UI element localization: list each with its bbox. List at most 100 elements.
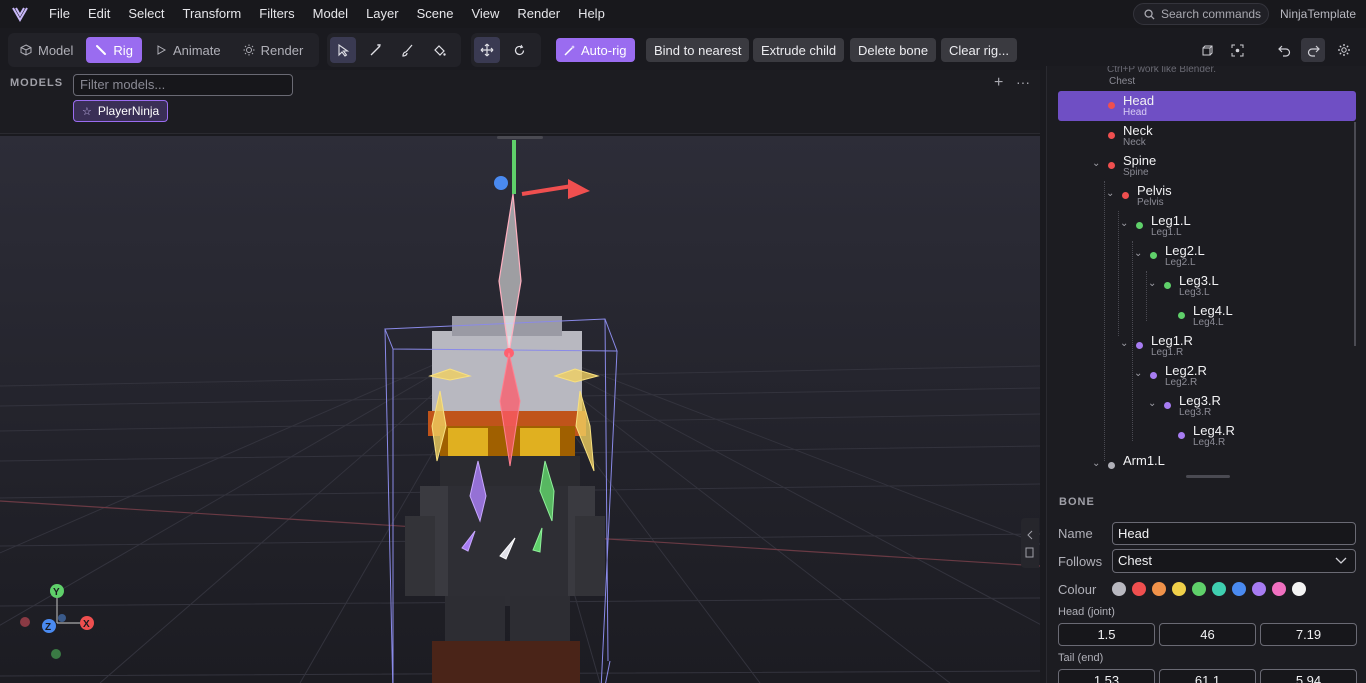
menu-file[interactable]: File bbox=[40, 0, 79, 28]
bone-tree-item[interactable]: ⌄ Leg3.R Leg3.R bbox=[1058, 391, 1356, 421]
colour-swatch-grey[interactable] bbox=[1112, 582, 1126, 596]
bone-color-dot bbox=[1136, 222, 1143, 229]
colour-swatch-pink[interactable] bbox=[1272, 582, 1286, 596]
viewport-scene[interactable]: Y X Z bbox=[0, 136, 1040, 683]
menu-help[interactable]: Help bbox=[569, 0, 614, 28]
app-logo-icon[interactable] bbox=[0, 0, 40, 28]
select-pointer-icon[interactable] bbox=[330, 37, 356, 63]
bone-name-label: Leg2.L bbox=[1165, 243, 1205, 258]
head-x-input[interactable]: 1.5 bbox=[1058, 623, 1155, 646]
paint-brush-icon[interactable] bbox=[394, 37, 420, 63]
bone-tree-item[interactable]: ⌄ Leg1.R Leg1.R bbox=[1058, 331, 1356, 361]
bone-tree-item[interactable]: ⌄ Leg2.R Leg2.R bbox=[1058, 361, 1356, 391]
rotate-icon[interactable] bbox=[506, 37, 532, 63]
head-y-input[interactable]: 46 bbox=[1159, 623, 1256, 646]
bone-tree-item[interactable]: ⌄ Arm1.L bbox=[1058, 451, 1356, 473]
chevron-down-icon[interactable]: ⌄ bbox=[1148, 398, 1156, 409]
frame-selection-icon[interactable] bbox=[1225, 38, 1249, 62]
tail-x-input[interactable]: 1.53 bbox=[1058, 669, 1155, 683]
colour-swatch-purple[interactable] bbox=[1252, 582, 1266, 596]
bone-tree-item[interactable]: Leg4.L Leg4.L bbox=[1058, 301, 1356, 331]
colour-swatch-teal[interactable] bbox=[1212, 582, 1226, 596]
follows-select[interactable]: Chest bbox=[1112, 549, 1356, 573]
3d-viewport[interactable]: Y X Z bbox=[0, 136, 1040, 683]
bone-tree-item[interactable]: ⌄ Spine Spine bbox=[1058, 151, 1356, 181]
bone-name-label: Leg3.L bbox=[1179, 273, 1219, 288]
bone-name-label: Head bbox=[1123, 93, 1155, 108]
bone-tree-item[interactable]: Leg4.R Leg4.R bbox=[1058, 421, 1356, 451]
menu-transform[interactable]: Transform bbox=[174, 0, 251, 28]
tail-y-input[interactable]: 61.1 bbox=[1159, 669, 1256, 683]
settings-icon[interactable] bbox=[1332, 38, 1356, 62]
bone-name-input[interactable]: Head bbox=[1112, 522, 1356, 545]
paint-bucket-icon[interactable] bbox=[426, 37, 452, 63]
mode-label: Model bbox=[38, 42, 74, 58]
bone-tree-item[interactable]: Head Head bbox=[1058, 91, 1356, 121]
delete-bone-button[interactable]: Delete bone bbox=[850, 38, 937, 62]
menu-filters[interactable]: Filters bbox=[250, 0, 303, 28]
bone-color-dot bbox=[1178, 312, 1185, 319]
mode-render-button[interactable]: Render bbox=[234, 37, 313, 63]
chevron-down-icon[interactable]: ⌄ bbox=[1120, 218, 1128, 229]
colour-swatch-white[interactable] bbox=[1292, 582, 1306, 596]
menu-edit[interactable]: Edit bbox=[79, 0, 119, 28]
bone-section-title: BONE bbox=[1059, 496, 1095, 508]
chevron-down-icon[interactable]: ⌄ bbox=[1148, 278, 1156, 289]
mode-model-button[interactable]: Model bbox=[11, 37, 82, 63]
move-gizmo-icon[interactable] bbox=[474, 37, 500, 63]
mode-animate-button[interactable]: Animate bbox=[146, 37, 230, 63]
model-chip-playerninja[interactable]: ☆ PlayerNinja bbox=[73, 100, 169, 122]
chevron-down-icon[interactable]: ⌄ bbox=[1092, 158, 1100, 169]
bone-tree-item[interactable]: Chest bbox=[1058, 76, 1356, 90]
colour-swatch-orange[interactable] bbox=[1152, 582, 1166, 596]
chevron-down-icon[interactable]: ⌄ bbox=[1134, 248, 1142, 259]
menu-model[interactable]: Model bbox=[304, 0, 357, 28]
bone-name-label: Leg1.L bbox=[1151, 213, 1191, 228]
bind-to-nearest-button[interactable]: Bind to nearest bbox=[646, 38, 750, 62]
more-dots-icon[interactable]: ··· bbox=[1016, 74, 1030, 90]
head-z-input[interactable]: 7.19 bbox=[1260, 623, 1357, 646]
plus-icon[interactable]: + bbox=[994, 74, 1003, 92]
clear-rig-button[interactable]: Clear rig... bbox=[941, 38, 1017, 62]
tail-z-input[interactable]: 5.94 bbox=[1260, 669, 1357, 683]
bone-sub-label: Spine bbox=[1123, 167, 1149, 178]
colour-swatch-red[interactable] bbox=[1132, 582, 1146, 596]
extrude-child-button[interactable]: Extrude child bbox=[753, 38, 845, 62]
chevron-down-icon[interactable]: ⌄ bbox=[1106, 188, 1114, 199]
menu-render[interactable]: Render bbox=[508, 0, 569, 28]
menu-layer[interactable]: Layer bbox=[357, 0, 408, 28]
tree-scrollbar[interactable] bbox=[1354, 122, 1356, 346]
transform-gizmo[interactable] bbox=[494, 140, 590, 199]
bone-name-label: Leg4.L bbox=[1193, 303, 1233, 318]
side-panel-toggle[interactable] bbox=[1021, 518, 1039, 568]
bone-tree-item[interactable]: Neck Neck bbox=[1058, 121, 1356, 151]
bone-color-dot bbox=[1136, 342, 1143, 349]
colour-swatch-yellow[interactable] bbox=[1172, 582, 1186, 596]
sun-icon bbox=[243, 44, 255, 56]
view-cube-icon[interactable] bbox=[1195, 38, 1219, 62]
menu-view[interactable]: View bbox=[462, 0, 508, 28]
resize-handle[interactable] bbox=[1186, 475, 1230, 478]
menu-select[interactable]: Select bbox=[119, 0, 173, 28]
bone-tree-item[interactable]: ⌄ Leg3.L Leg3.L bbox=[1058, 271, 1356, 301]
command-search[interactable]: Search commands bbox=[1133, 3, 1269, 25]
bone-panel: Ctrl+P work like Blender. Chest Head Hea… bbox=[1046, 66, 1366, 683]
chevron-down-icon[interactable]: ⌄ bbox=[1092, 458, 1100, 469]
models-filter-input[interactable]: Filter models... bbox=[73, 74, 293, 96]
colour-swatch-green[interactable] bbox=[1192, 582, 1206, 596]
mode-rig-button[interactable]: Rig bbox=[86, 37, 142, 63]
bone-tree-item[interactable]: ⌄ Leg2.L Leg2.L bbox=[1058, 241, 1356, 271]
model-chip-label: PlayerNinja bbox=[97, 104, 160, 118]
models-panel: MODELS Filter models... ☆ PlayerNinja + … bbox=[0, 70, 1040, 134]
colour-swatch-blue[interactable] bbox=[1232, 582, 1246, 596]
menu-scene[interactable]: Scene bbox=[408, 0, 463, 28]
chevron-down-icon bbox=[1335, 557, 1347, 564]
bone-tree-item[interactable]: ⌄ Pelvis Pelvis bbox=[1058, 181, 1356, 211]
chevron-down-icon[interactable]: ⌄ bbox=[1134, 368, 1142, 379]
redo-icon[interactable] bbox=[1301, 38, 1325, 62]
bone-draw-icon[interactable] bbox=[362, 37, 388, 63]
auto-rig-button[interactable]: Auto-rig bbox=[556, 38, 635, 62]
chevron-down-icon[interactable]: ⌄ bbox=[1120, 338, 1128, 349]
undo-icon[interactable] bbox=[1272, 38, 1296, 62]
bone-tree-item[interactable]: ⌄ Leg1.L Leg1.L bbox=[1058, 211, 1356, 241]
